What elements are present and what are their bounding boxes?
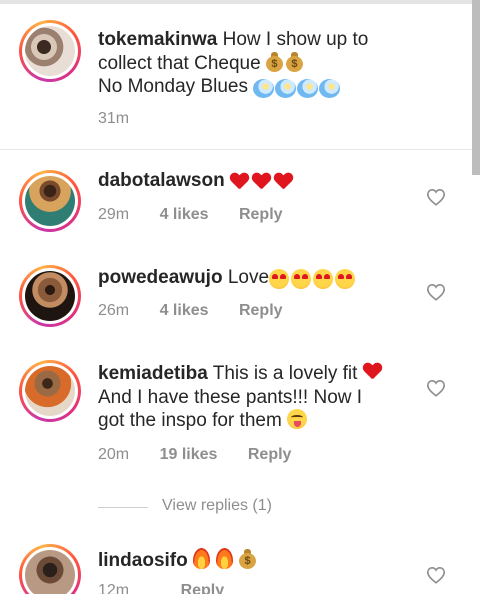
comment-username[interactable]: dabotalawson <box>98 170 225 191</box>
heart-outline-icon[interactable] <box>426 283 446 301</box>
avatar-dabotalawson[interactable] <box>19 170 81 232</box>
heart-eyes-emoji <box>335 269 356 289</box>
caption-meta: 31m <box>98 110 155 128</box>
dizzy-emoji-row <box>253 78 341 102</box>
comment-likes[interactable]: 19 likes <box>160 446 218 463</box>
comment-meta: 29m 4 likes Reply <box>98 206 309 224</box>
comment-time: 12m <box>98 582 130 594</box>
scrollbar[interactable] <box>472 0 480 175</box>
comment-likes[interactable]: 4 likes <box>160 206 209 223</box>
avatar-kemiadetiba[interactable] <box>19 360 81 422</box>
tongue-wink-emoji <box>287 409 308 429</box>
post-caption: tokemakinwa How I show up to collect tha… <box>0 4 472 150</box>
comment-time: 20m <box>98 446 130 463</box>
fire-emoji <box>193 548 211 569</box>
red-heart-emoji <box>274 173 293 190</box>
heart-eyes-emoji <box>313 269 334 289</box>
dizzy-emoji <box>319 79 341 98</box>
heart-eyes-emoji <box>269 269 290 289</box>
comment-text: kemiadetiba This is a lovely fit And I h… <box>98 362 385 433</box>
dizzy-emoji <box>297 79 319 98</box>
red-heart-emoji <box>363 363 382 380</box>
comment-text: powedeawujo Love <box>98 266 357 293</box>
comment-username[interactable]: lindaosifo <box>98 550 188 571</box>
money-bag-emoji <box>239 549 257 569</box>
avatar-lindaosifo[interactable] <box>19 544 81 594</box>
caption-time: 31m <box>98 110 130 127</box>
hearts-emoji-row <box>230 172 296 196</box>
heart-eyes-emoji <box>291 269 312 289</box>
caption-text: tokemakinwa How I show up to collect tha… <box>98 28 368 102</box>
comment-username[interactable]: powedeawujo <box>98 267 223 288</box>
money-bag-emoji <box>285 51 303 72</box>
dizzy-emoji <box>275 79 297 98</box>
view-replies-divider <box>98 507 148 508</box>
heart-eyes-row <box>269 269 357 293</box>
fire-emoji <box>216 548 234 569</box>
reply-button[interactable]: Reply <box>181 582 225 594</box>
view-replies-button[interactable]: View replies (1) <box>162 497 272 515</box>
caption-username[interactable]: tokemakinwa <box>98 29 217 50</box>
comment-time: 29m <box>98 206 130 223</box>
comment-meta: 20m 19 likes Reply <box>98 446 317 464</box>
reply-button[interactable]: Reply <box>248 446 292 463</box>
heart-outline-icon[interactable] <box>426 566 446 584</box>
comment-text: dabotalawson <box>98 169 296 196</box>
dizzy-emoji <box>253 79 275 98</box>
money-bag-emoji <box>265 51 283 72</box>
comment-likes[interactable]: 4 likes <box>160 302 209 319</box>
heart-outline-icon[interactable] <box>426 188 446 206</box>
comment-meta: 12m Reply <box>98 582 250 594</box>
comment-time: 26m <box>98 302 130 319</box>
comment-text: lindaosifo <box>98 548 259 573</box>
red-heart-emoji <box>252 173 271 190</box>
red-heart-emoji <box>230 173 249 190</box>
reply-button[interactable]: Reply <box>239 302 283 319</box>
reply-button[interactable]: Reply <box>239 206 283 223</box>
comments-screen: tokemakinwa How I show up to collect tha… <box>0 0 480 594</box>
avatar-powedeawujo[interactable] <box>19 265 81 327</box>
comment-meta: 26m 4 likes Reply <box>98 302 309 320</box>
avatar-tokemakinwa[interactable] <box>19 20 81 82</box>
comment-username[interactable]: kemiadetiba <box>98 363 208 384</box>
heart-outline-icon[interactable] <box>426 379 446 397</box>
